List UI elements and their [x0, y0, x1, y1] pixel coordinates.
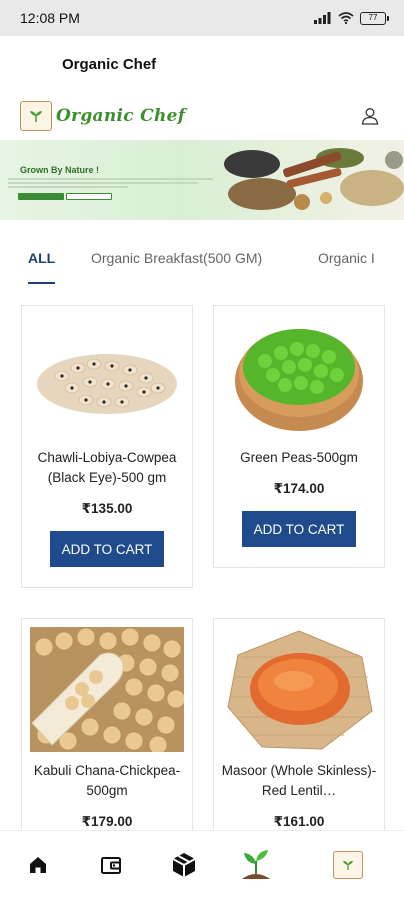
red-lentil-image	[222, 627, 376, 752]
signal-icon	[314, 12, 331, 24]
spices-image	[224, 148, 404, 210]
banner-text-line	[8, 182, 198, 184]
box-icon	[172, 853, 196, 877]
app-title: Organic Chef	[62, 55, 157, 73]
product-name: Chawli-Lobiya-Cowpea (Black Eye)-500 gm	[37, 450, 177, 485]
green-peas-image	[222, 314, 376, 439]
product-card[interactable]: Masoor (Whole Skinless)-Red Lentil… ₹161…	[213, 618, 385, 848]
logo-text: Organic Chef	[56, 106, 186, 126]
tab-all[interactable]: ALL	[28, 250, 55, 266]
logo-icon	[333, 851, 363, 879]
status-bar: 12:08 PM 77	[0, 0, 404, 36]
category-tabs: ALL Organic Breakfast(500 GM) Organic I	[0, 240, 404, 286]
nav-home[interactable]	[20, 847, 56, 883]
promo-banner[interactable]: Grown By Nature !	[0, 140, 404, 220]
plant-icon	[242, 850, 270, 879]
add-to-cart-button[interactable]: ADD TO CART	[50, 531, 164, 567]
nav-products[interactable]	[166, 847, 202, 883]
product-name: Masoor (Whole Skinless)-Red Lentil…	[221, 763, 377, 798]
product-name: Kabuli Chana-Chickpea-500gm	[33, 763, 181, 798]
wallet-icon	[101, 857, 121, 874]
user-icon	[361, 108, 379, 125]
account-button[interactable]	[356, 102, 384, 130]
product-card[interactable]: Green Peas-500gm ₹174.00 ADD TO CART	[213, 305, 385, 568]
nav-wallet[interactable]	[93, 847, 129, 883]
site-header: Organic Chef	[0, 92, 404, 140]
product-card[interactable]: Chawli-Lobiya-Cowpea (Black Eye)-500 gm …	[21, 305, 193, 588]
chickpea-image	[30, 627, 184, 752]
black-eyed-peas-image	[30, 314, 184, 439]
banner-more-button[interactable]	[66, 193, 112, 200]
active-tab-indicator	[28, 282, 55, 284]
product-price: ₹135.00	[81, 501, 133, 516]
status-time: 12:08 PM	[20, 10, 80, 26]
product-price: ₹179.00	[81, 814, 133, 829]
battery-level: 77	[368, 13, 378, 22]
product-price: ₹161.00	[273, 814, 325, 829]
wifi-icon	[338, 12, 354, 24]
banner-shop-button[interactable]	[18, 193, 64, 200]
status-icons: 77	[314, 11, 389, 25]
tab-organic-breakfast[interactable]: Organic Breakfast(500 GM)	[91, 250, 262, 266]
bottom-nav	[0, 830, 404, 900]
banner-text-line	[8, 178, 213, 180]
logo[interactable]: Organic Chef	[20, 101, 185, 131]
banner-title: Grown By Nature !	[20, 165, 100, 175]
logo-mark-icon	[20, 101, 52, 131]
product-price: ₹174.00	[273, 481, 325, 496]
product-name: Green Peas-500gm	[240, 450, 358, 465]
banner-text-line	[8, 186, 128, 188]
home-icon	[30, 857, 46, 873]
nav-organic[interactable]	[238, 847, 274, 883]
battery-icon: 77	[360, 11, 389, 25]
nav-brand[interactable]	[330, 847, 366, 883]
app-title-bar: Organic Chef	[0, 36, 404, 92]
product-card[interactable]: Kabuli Chana-Chickpea-500gm ₹179.00	[21, 618, 193, 848]
add-to-cart-button[interactable]: ADD TO CART	[242, 511, 356, 547]
tab-organic[interactable]: Organic I	[318, 250, 375, 266]
